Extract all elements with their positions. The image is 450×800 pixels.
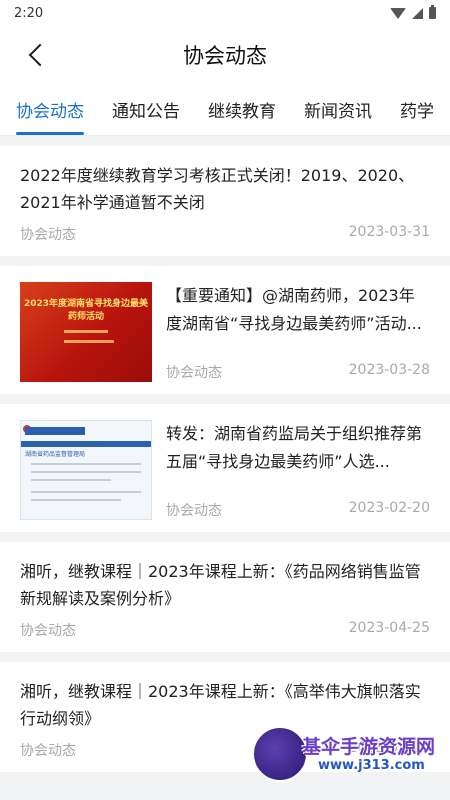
tab-notices[interactable]: 通知公告 (98, 84, 194, 135)
category-tabs: 协会动态 通知公告 继续教育 新闻资讯 药学 (0, 84, 450, 136)
wifi-icon (390, 7, 406, 19)
article-meta: 协会动态 2023-02-20 (166, 500, 430, 520)
article-date: 2023-02-20 (348, 500, 430, 516)
watermark-url: www.j313.com (318, 758, 425, 773)
article-category: 协会动态 (20, 743, 76, 759)
article-thumbnail: 2023年度湖南省寻找身边最美药师活动 (20, 282, 152, 382)
article-list: 2022年度继续教育学习考核正式关闭！2019、2020、2021年补学通道暂不… (0, 146, 450, 772)
article-thumbnail: 湖南省药品监督管理局 (20, 420, 152, 520)
article-item[interactable]: 2023年度湖南省寻找身边最美药师活动 【重要通知】@湖南药师，2023年度湖南… (0, 266, 450, 394)
article-title: 湘听，继教课程｜2023年课程上新：《药品网络销售监管新规解读及案例分析》 (20, 562, 421, 608)
tab-association-news[interactable]: 协会动态 (0, 84, 98, 135)
article-category: 协会动态 (20, 623, 76, 639)
status-bar: 2:20 (0, 0, 450, 26)
article-title: 2022年度继续教育学习考核正式关闭！2019、2020、2021年补学通道暂不… (20, 166, 415, 212)
back-arrow-icon (28, 43, 52, 67)
article-meta: 协会动态 2023-03-28 (166, 362, 430, 382)
tab-continuing-education[interactable]: 继续教育 (194, 84, 290, 135)
app-header: 协会动态 (0, 26, 450, 84)
page-title: 协会动态 (183, 44, 267, 68)
watermark-logo-icon (252, 726, 308, 782)
article-item[interactable]: 湘听，继教课程｜2023年课程上新：《药品网络销售监管新规解读及案例分析》 协会… (0, 542, 450, 652)
battery-icon (429, 5, 436, 19)
article-date: 2023-03-28 (348, 362, 430, 378)
article-date: 2023-03-31 (348, 224, 430, 240)
article-meta: 协会动态 2023-03-31 (20, 224, 430, 244)
thumbnail-caption: 2023年度湖南省寻找身边最美药师活动 (23, 299, 149, 322)
watermark-text: 基伞手游资源网 (302, 736, 436, 758)
article-date: 2023-04-25 (348, 620, 430, 636)
article-item[interactable]: 2022年度继续教育学习考核正式关闭！2019、2020、2021年补学通道暂不… (0, 146, 450, 256)
site-watermark: 基伞手游资源网 www.j313.com (252, 726, 442, 782)
article-title: 湘听，继教课程｜2023年课程上新：《高举伟大旗帜落实行动纲领》 (20, 682, 421, 728)
article-category: 协会动态 (166, 365, 222, 381)
status-icons (390, 5, 436, 19)
article-meta: 协会动态 2023-04-25 (20, 620, 430, 640)
tab-pharmacy[interactable]: 药学 (386, 84, 448, 135)
article-item[interactable]: 湖南省药品监督管理局 转发：湖南省药监局关于组织推荐第五届“寻找身边最美药师”人… (0, 404, 450, 532)
article-category: 协会动态 (166, 503, 222, 519)
article-title: 【重要通知】@湖南药师，2023年度湖南省“寻找身边最美药师”活动... (166, 286, 422, 333)
signal-icon (412, 7, 423, 19)
thumbnail-caption: 湖南省药品监督管理局 (25, 451, 86, 458)
article-title: 转发：湖南省药监局关于组织推荐第五届“寻找身边最美药师”人选... (166, 424, 423, 471)
article-category: 协会动态 (20, 227, 76, 243)
tab-news[interactable]: 新闻资讯 (290, 84, 386, 135)
status-time: 2:20 (14, 5, 44, 21)
back-button[interactable] (10, 35, 52, 75)
